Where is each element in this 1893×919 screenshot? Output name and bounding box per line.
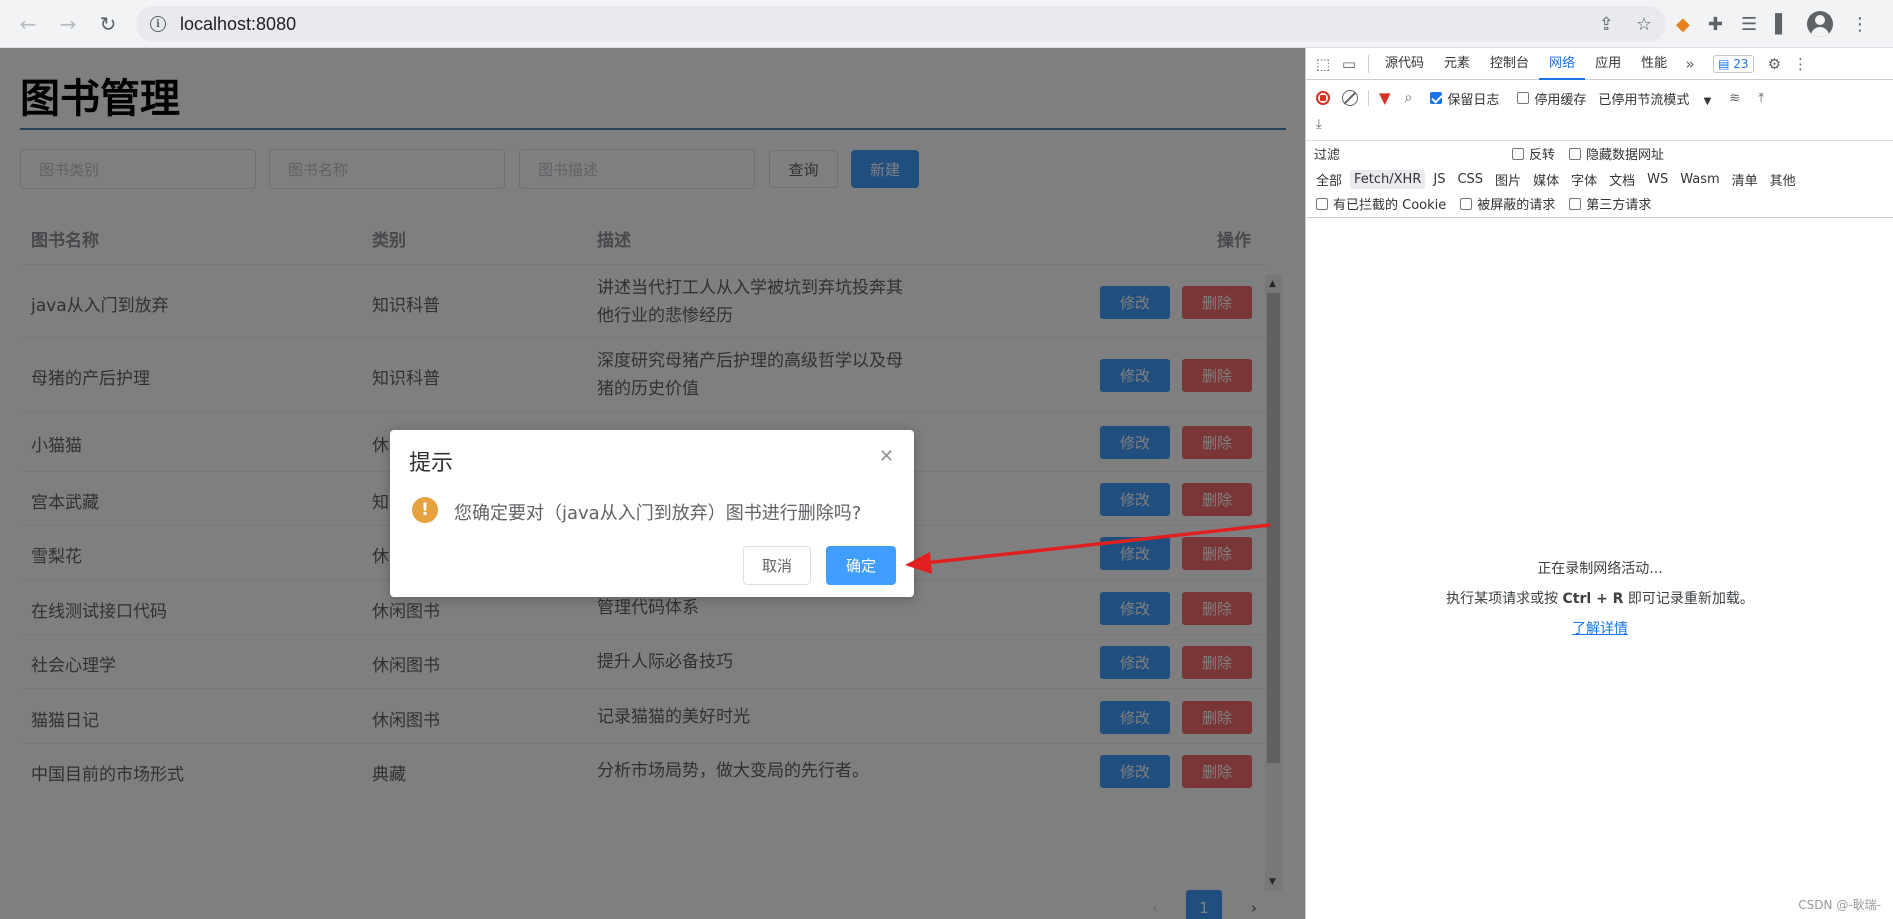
reading-list-icon[interactable]: ☰ xyxy=(1741,14,1757,35)
devtools-tab[interactable]: 性能 xyxy=(1631,48,1677,80)
resource-type-filter[interactable]: 全部 xyxy=(1312,168,1346,191)
site-info-icon[interactable]: i xyxy=(150,16,166,32)
resource-type-filter[interactable]: 清单 xyxy=(1728,168,1762,191)
resource-type-filter[interactable]: 字体 xyxy=(1567,168,1601,191)
resource-type-filter[interactable]: WS xyxy=(1643,170,1672,189)
browser-menu-icon[interactable]: ⋮ xyxy=(1851,14,1869,35)
warning-icon: ! xyxy=(412,497,438,523)
preserve-log-checkbox[interactable] xyxy=(1430,92,1443,104)
more-tabs-icon[interactable]: » xyxy=(1677,55,1703,73)
issues-count: 23 xyxy=(1733,56,1749,71)
stop-recording-icon[interactable] xyxy=(1316,91,1330,105)
toolbar-divider xyxy=(1368,54,1369,73)
resource-type-filter[interactable]: 图片 xyxy=(1491,168,1525,191)
learn-more-container: 了解详情 xyxy=(1306,618,1893,638)
resource-type-filter[interactable]: CSS xyxy=(1453,170,1487,189)
device-toolbar-icon[interactable]: ▭ xyxy=(1336,55,1362,73)
blocked-cookies-label: 有已拦截的 Cookie xyxy=(1333,198,1447,213)
filter-funnel-icon[interactable]: ▼ xyxy=(1379,89,1391,107)
resource-type-filter[interactable]: Wasm xyxy=(1676,170,1723,189)
confirm-button[interactable]: 确定 xyxy=(826,546,896,585)
clear-icon[interactable] xyxy=(1342,90,1358,106)
hide-data-urls-checkbox[interactable] xyxy=(1569,147,1582,160)
settings-gear-icon[interactable]: ⚙ xyxy=(1762,55,1788,73)
third-party-label: 第三方请求 xyxy=(1586,198,1652,213)
blocked-cookies-checkbox[interactable] xyxy=(1316,197,1328,210)
blocked-cookies-toggle[interactable]: 有已拦截的 Cookie xyxy=(1316,194,1446,213)
share-icon[interactable]: ⇪ xyxy=(1599,14,1614,35)
reload-icon[interactable]: ↻ xyxy=(88,4,128,44)
throttling-select[interactable]: 已停用节流模式 ▼ xyxy=(1598,89,1711,108)
blocked-requests-label: 被屏蔽的请求 xyxy=(1477,198,1556,213)
network-toolbar-row2: ⤓ xyxy=(1306,112,1893,136)
network-toolbar: ▼ ⌕ 保留日志 停用缓存 已停用节流模式 ▼ ≋ ⤒ xyxy=(1306,86,1893,110)
resource-type-filters: 全部 Fetch/XHR JS CSS 图片 媒体 字体 文档 WS Wasm 清单 其他 xyxy=(1306,166,1893,192)
delete-confirm-dialog: 提示 ✕ ! 您确定要对（java从入门到放弃）图书进行删除吗? 取消 确定 xyxy=(390,430,914,597)
back-icon[interactable]: ← xyxy=(8,4,48,44)
invert-label: 反转 xyxy=(1529,148,1556,163)
third-party-checkbox[interactable] xyxy=(1569,197,1582,210)
forward-icon[interactable]: → xyxy=(48,4,88,44)
request-filters: 有已拦截的 Cookie 被屏蔽的请求 第三方请求 xyxy=(1306,194,1893,218)
extensions-puzzle-icon[interactable]: ✚ xyxy=(1708,14,1723,35)
third-party-toggle[interactable]: 第三方请求 xyxy=(1569,194,1651,213)
preserve-log-label: 保留日志 xyxy=(1447,92,1500,108)
disable-cache-checkbox[interactable] xyxy=(1517,92,1530,104)
recording-hint: 执行某项请求或按 Ctrl + R 即可记录重新加载。 xyxy=(1306,588,1893,608)
hide-data-urls-toggle[interactable]: 隐藏数据网址 xyxy=(1569,144,1664,163)
hint-suffix: 即可记录重新加载。 xyxy=(1623,591,1754,607)
hint-prefix: 执行某项请求或按 xyxy=(1446,591,1563,607)
browser-toolbar: ← → ↻ i localhost:8080 ⇪ ☆ ◆ ✚ ☰ ▌ ⋮ xyxy=(0,0,1893,48)
watermark: CSDN @-耿瑞- xyxy=(1798,898,1881,912)
close-icon[interactable]: ✕ xyxy=(879,446,894,467)
search-icon[interactable]: ⌕ xyxy=(1405,90,1413,106)
resource-type-filter[interactable]: 文档 xyxy=(1605,168,1639,191)
inspect-element-icon[interactable]: ⬚ xyxy=(1310,55,1336,73)
recording-status: 正在录制网络活动... xyxy=(1537,561,1663,577)
blocked-requests-toggle[interactable]: 被屏蔽的请求 xyxy=(1460,194,1555,213)
filter-input[interactable]: 过滤 xyxy=(1312,143,1492,165)
dialog-message: 您确定要对（java从入门到放弃）图书进行删除吗? xyxy=(454,503,862,524)
disable-cache-toggle[interactable]: 停用缓存 xyxy=(1517,89,1586,108)
hide-data-urls-label: 隐藏数据网址 xyxy=(1586,148,1665,163)
learn-more-link[interactable]: 了解详情 xyxy=(1572,621,1628,637)
devtools-tab[interactable]: 源代码 xyxy=(1375,48,1434,80)
metamask-extension-icon[interactable]: ◆ xyxy=(1676,14,1690,35)
devtools-menu-icon[interactable]: ⋮ xyxy=(1788,55,1814,73)
devtools-tab[interactable]: 网络 xyxy=(1539,48,1586,80)
dialog-title: 提示 xyxy=(409,451,454,476)
url-text: localhost:8080 xyxy=(180,13,297,34)
resource-type-filter[interactable]: 媒体 xyxy=(1529,168,1563,191)
cancel-button[interactable]: 取消 xyxy=(743,546,811,585)
filter-bar: 过滤 反转 隐藏数据网址 xyxy=(1306,140,1893,166)
invert-toggle[interactable]: 反转 xyxy=(1512,144,1555,163)
profile-avatar-icon[interactable] xyxy=(1806,11,1833,37)
devtools-tab[interactable]: 应用 xyxy=(1585,48,1631,80)
preserve-log-toggle[interactable]: 保留日志 xyxy=(1430,89,1499,108)
export-har-icon[interactable]: ⤓ xyxy=(1316,117,1322,132)
hint-shortcut: Ctrl + R xyxy=(1562,591,1624,607)
toolbar-divider xyxy=(1368,90,1369,106)
devtools-tab[interactable]: 元素 xyxy=(1434,48,1480,80)
devtools-panel: ⬚ ▭ 源代码 元素 控制台 网络 应用 性能 » ▤ 23 ⚙ ⋮ ▼ ⌕ 保留日志 停… xyxy=(1305,48,1893,919)
issues-badge[interactable]: ▤ 23 xyxy=(1713,54,1754,73)
network-conditions-icon[interactable]: ≋ xyxy=(1729,91,1740,106)
throttling-value: 已停用节流模式 xyxy=(1598,92,1690,108)
bookmark-star-icon[interactable]: ☆ xyxy=(1636,14,1652,35)
resource-type-filter[interactable]: 其他 xyxy=(1766,168,1800,191)
side-panel-icon[interactable]: ▌ xyxy=(1775,14,1789,35)
blocked-requests-checkbox[interactable] xyxy=(1460,197,1473,210)
dropdown-caret-icon: ▼ xyxy=(1703,95,1712,107)
address-bar[interactable]: i localhost:8080 ⇪ ☆ xyxy=(136,6,1666,42)
resource-type-filter[interactable]: Fetch/XHR xyxy=(1350,169,1426,189)
import-har-icon[interactable]: ⤒ xyxy=(1758,91,1764,106)
resource-type-filter[interactable]: JS xyxy=(1429,170,1449,189)
devtools-tab[interactable]: 控制台 xyxy=(1480,48,1539,80)
disable-cache-label: 停用缓存 xyxy=(1534,92,1587,108)
devtools-tab-bar: ⬚ ▭ 源代码 元素 控制台 网络 应用 性能 » ▤ 23 ⚙ ⋮ xyxy=(1306,48,1893,80)
invert-checkbox[interactable] xyxy=(1512,147,1524,160)
